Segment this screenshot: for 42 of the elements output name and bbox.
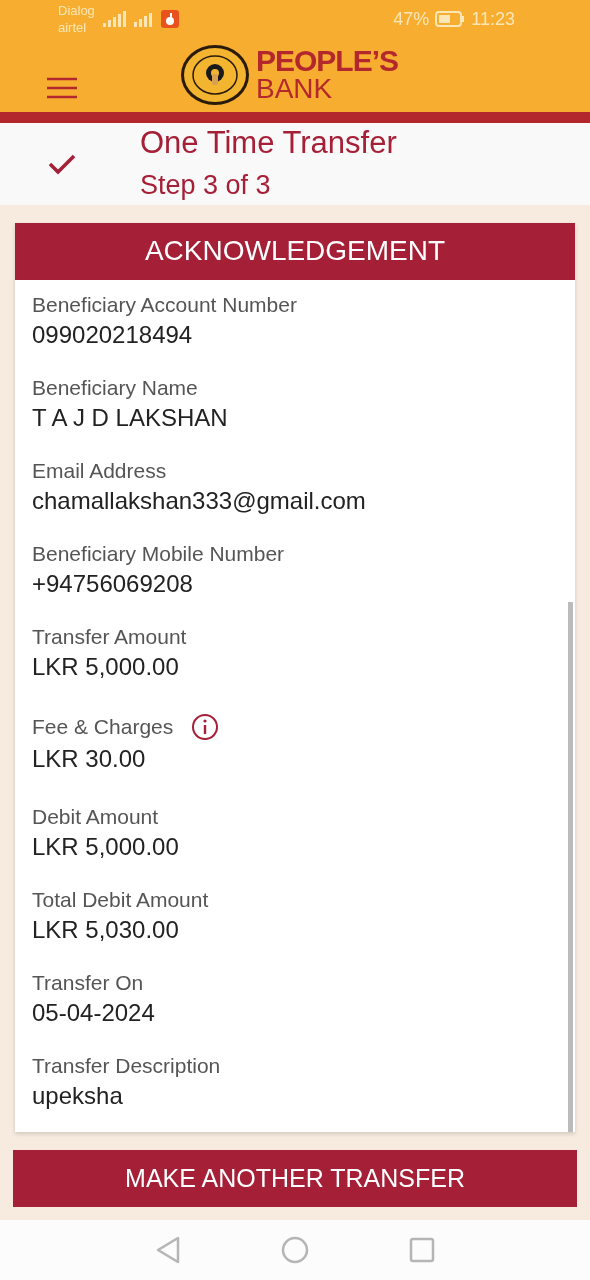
seal-icon xyxy=(180,44,250,107)
carrier-name: Dialog xyxy=(58,2,95,20)
field-label: Beneficiary Account Number xyxy=(32,293,297,318)
info-icon[interactable] xyxy=(191,713,220,742)
field-label: Transfer Amount xyxy=(32,625,187,650)
card-title: ACKNOWLEDGEMENT xyxy=(144,235,446,268)
field-value: 099020218494 xyxy=(32,321,194,350)
back-icon[interactable] xyxy=(155,1235,181,1264)
battery-percent: 47% xyxy=(393,8,430,30)
step-title: One Time Transfer xyxy=(140,123,397,162)
logo-text: PEOPLE’S xyxy=(256,47,399,76)
field-label: Total Debit Amount xyxy=(32,888,209,913)
recents-icon[interactable] xyxy=(409,1236,435,1263)
field-value: LKR 5,000.00 xyxy=(32,653,180,682)
field-label: Debit Amount xyxy=(32,805,159,830)
menu-icon[interactable] xyxy=(47,76,77,99)
check-icon xyxy=(48,152,76,175)
make-another-transfer-button[interactable]: MAKE ANOTHER TRANSFER xyxy=(13,1149,577,1207)
logo-text: BANK xyxy=(256,75,334,104)
signal-icon xyxy=(132,10,155,29)
step-counter: Step 3 of 3 xyxy=(140,168,272,202)
field-value: +94756069208 xyxy=(32,570,194,599)
field-value: 05-04-2024 xyxy=(32,999,156,1028)
field-label: Transfer On xyxy=(32,971,144,996)
field-value: T A J D LAKSHAN xyxy=(32,404,229,433)
battery-icon xyxy=(435,11,466,28)
signal-icon xyxy=(100,10,127,29)
carrier-name: airtel xyxy=(58,19,88,37)
home-icon[interactable] xyxy=(281,1235,309,1264)
field-value: chamallakshan333@gmail.com xyxy=(32,487,367,516)
field-value: upeksha xyxy=(32,1082,124,1111)
field-label: Beneficiary Name xyxy=(32,376,198,401)
field-label: Transfer Description xyxy=(32,1054,221,1079)
field-label: Email Address xyxy=(32,459,167,484)
field-label: Fee & Charges xyxy=(32,715,174,740)
field-value: LKR 5,030.00 xyxy=(32,916,180,945)
field-value: LKR 30.00 xyxy=(32,745,147,774)
scrollbar[interactable] xyxy=(568,601,573,1132)
field-value: LKR 5,000.00 xyxy=(32,833,180,862)
field-label: Beneficiary Mobile Number xyxy=(32,542,285,567)
app-notification-icon xyxy=(160,10,179,29)
clock-time: 11:23 xyxy=(471,8,515,30)
